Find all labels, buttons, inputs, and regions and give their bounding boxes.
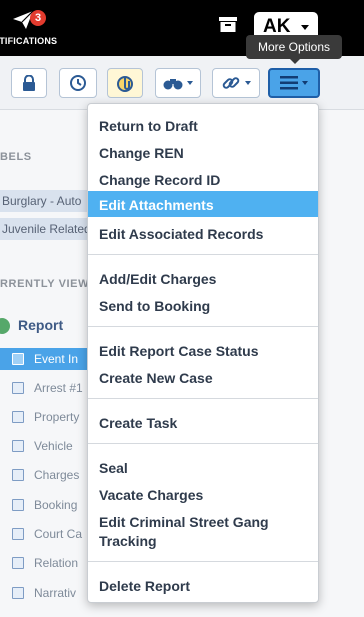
lock-icon <box>23 75 35 91</box>
menu-item-change-ren[interactable]: Change REN <box>88 142 318 166</box>
labels-heading: BELS <box>0 151 32 163</box>
menu-divider <box>88 561 318 562</box>
document-icon <box>12 411 24 423</box>
binoculars-icon <box>163 79 183 90</box>
label-chip[interactable]: Burglary - Auto <box>0 190 100 212</box>
document-icon <box>12 440 24 452</box>
tree-item-label: Event In <box>34 352 79 366</box>
label-chip[interactable]: Juvenile Related <box>0 218 100 240</box>
tree-item-label: Vehicle <box>34 439 73 453</box>
more-options-tooltip: More Options <box>246 35 342 64</box>
menu-divider <box>88 326 318 327</box>
notifications-label: OTIFICATIONS <box>0 36 58 46</box>
notification-count-badge: 3 <box>30 10 46 26</box>
report-node-label: Report <box>18 317 64 333</box>
tree-item[interactable]: Vehicle <box>0 435 100 457</box>
menu-item-create-task[interactable]: Create Task <box>88 412 318 436</box>
menu-item-send-to-booking[interactable]: Send to Booking <box>88 295 318 319</box>
attachments-button[interactable] <box>107 68 143 98</box>
document-icon <box>12 557 24 569</box>
currently-viewing-heading: RRENTLY VIEW <box>0 278 90 290</box>
menu-item-edit-criminal-street-gang-tracking[interactable]: Edit Criminal Street Gang Tracking <box>88 511 318 553</box>
link-icon <box>222 77 240 89</box>
menu-item-edit-attachments[interactable]: Edit Attachments <box>88 191 318 217</box>
tree-item-label: Court Ca <box>34 527 83 541</box>
clock-history-icon <box>70 75 86 91</box>
attachment-icon <box>117 76 133 92</box>
tree-item-label: Charges <box>34 468 80 482</box>
link-button[interactable] <box>212 68 260 98</box>
document-icon <box>12 353 24 365</box>
tree-item[interactable]: Relation <box>0 552 100 574</box>
search-records-button[interactable] <box>155 68 201 98</box>
tree-item-label: Relation <box>34 556 79 570</box>
record-toolbar <box>0 56 364 110</box>
tree-item[interactable]: Arrest #1 <box>0 377 100 399</box>
menu-item-edit-report-case-status[interactable]: Edit Report Case Status <box>88 340 318 364</box>
menu-item-return-to-draft[interactable]: Return to Draft <box>88 115 318 139</box>
tree-item[interactable]: Booking <box>0 494 100 516</box>
menu-item-add-edit-charges[interactable]: Add/Edit Charges <box>88 268 318 292</box>
tree-item-label: Property <box>34 410 80 424</box>
tree-item[interactable]: Court Ca <box>0 523 100 545</box>
chevron-down-icon <box>302 81 308 85</box>
menu-divider <box>88 254 318 255</box>
archive-box-icon[interactable] <box>218 14 238 34</box>
menu-item-vacate-charges[interactable]: Vacate Charges <box>88 484 318 508</box>
chevron-down-icon <box>245 81 251 85</box>
menu-item-seal[interactable]: Seal <box>88 457 318 481</box>
status-dot-icon <box>0 318 10 334</box>
chevron-down-icon <box>187 81 193 85</box>
tree-item[interactable]: Property <box>0 406 100 428</box>
more-options-button[interactable] <box>268 68 320 98</box>
document-icon <box>12 587 24 599</box>
menu-divider <box>88 443 318 444</box>
lock-button[interactable] <box>11 68 47 98</box>
document-icon <box>12 469 24 481</box>
more-options-menu: Return to Draft Change REN Change Record… <box>87 103 319 603</box>
tree-item[interactable]: Event In <box>0 348 100 370</box>
menu-divider <box>88 398 318 399</box>
notifications-button[interactable]: 3 OTIFICATIONS <box>0 6 70 50</box>
document-icon <box>12 382 24 394</box>
tree-item-label: Booking <box>34 498 78 512</box>
tree-item[interactable]: Narrativ <box>0 582 100 604</box>
tree-item-label: Narrativ <box>34 586 77 600</box>
document-icon <box>12 499 24 511</box>
history-button[interactable] <box>59 68 97 98</box>
tree-item[interactable]: Charges <box>0 464 100 486</box>
tree-item-label: Arrest #1 <box>34 381 83 395</box>
hamburger-menu-icon <box>280 76 298 90</box>
menu-item-change-record-id[interactable]: Change Record ID <box>88 169 318 193</box>
menu-item-delete-report[interactable]: Delete Report <box>88 575 318 599</box>
chevron-down-icon <box>301 25 309 30</box>
menu-item-create-new-case[interactable]: Create New Case <box>88 367 318 391</box>
document-icon <box>12 528 24 540</box>
menu-item-edit-associated-records[interactable]: Edit Associated Records <box>88 223 318 247</box>
